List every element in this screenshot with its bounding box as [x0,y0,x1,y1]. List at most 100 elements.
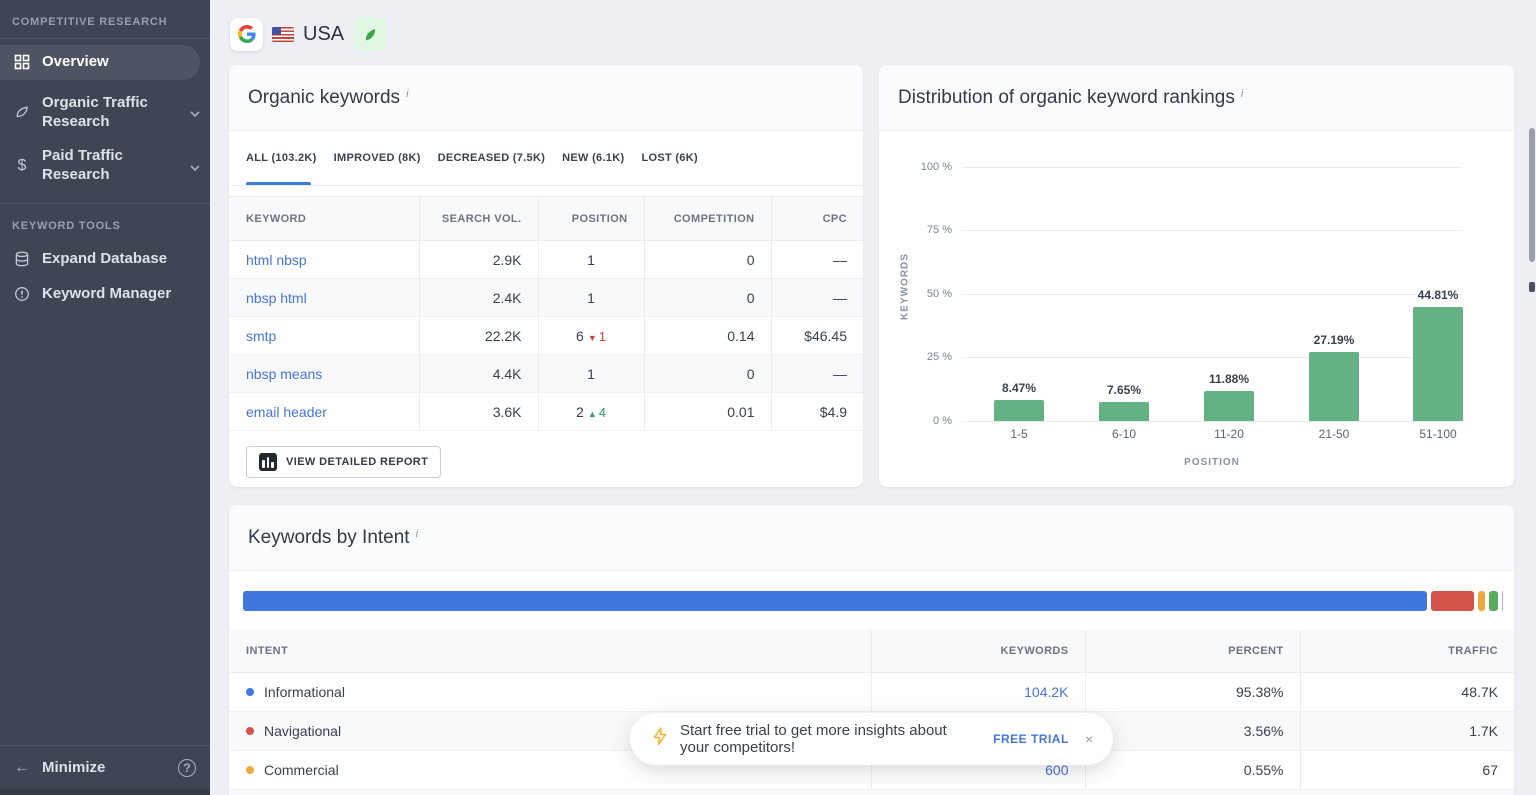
search-vol-cell: 2.9K [419,241,538,279]
table-row [229,789,1514,795]
table-row: nbsp means 4.4K 1 0 — [229,355,863,393]
chevron-down-icon[interactable] [190,158,200,175]
card-header: Keywords by Intent i [229,505,1514,571]
bar-value-label: 27.19% [1314,333,1355,347]
competition-cell: 0.14 [644,317,771,355]
search-vol-cell: 4.4K [419,355,538,393]
info-icon[interactable]: i [406,88,408,100]
organic-keywords-tabs: ALL (103.2K) IMPROVED (8K) DECREASED (7.… [229,131,863,186]
traffic-cell: 48.7K [1300,672,1514,711]
free-trial-button[interactable]: FREE TRIAL [993,732,1069,746]
intent-dot-commercial [246,766,254,774]
view-detailed-report-button[interactable]: VIEW DETAILED REPORT [246,446,441,478]
column-header-traffic[interactable]: TRAFFIC [1300,630,1514,672]
x-tick-label: 51-100 [1386,427,1490,441]
y-tick-label: 0 % [900,415,952,427]
country-label[interactable]: USA [303,23,344,46]
position-up-icon [588,406,599,420]
search-vol-cell: 2.4K [419,279,538,317]
table-row: html nbsp 2.9K 1 0 — [229,241,863,279]
keywords-count-link[interactable]: 104.2K [1024,684,1068,700]
segment-informational[interactable] [243,591,1427,611]
x-tick-label: 6-10 [1072,427,1176,441]
search-vol-cell: 3.6K [419,393,538,431]
keyword-link[interactable]: html nbsp [246,252,307,268]
competition-cell: 0 [644,355,771,393]
plot-area: 100 % 75 % 50 % 25 % 0 % 8.47% 7.65% 11.… [962,167,1462,421]
x-tick-label: 1-5 [967,427,1071,441]
bar-value-label: 11.88% [1209,372,1249,386]
sidebar-item-organic-traffic-research[interactable]: Organic Traffic Research [0,86,210,140]
position-down-icon [588,330,599,344]
bar-value-label: 7.65% [1107,383,1141,397]
column-header-search-vol[interactable]: SEARCH VOL. [419,197,538,241]
column-header-position[interactable]: POSITION [538,197,644,241]
sidebar-item-overview[interactable]: Overview [0,45,200,80]
segment-navigational[interactable] [1431,591,1474,611]
database-selector-bar: USA [230,17,387,51]
intent-stacked-bar [243,591,1500,611]
info-icon[interactable]: i [1241,88,1243,100]
sidebar-item-keyword-manager[interactable]: Keyword Manager [0,277,210,312]
sidebar-item-paid-traffic-research[interactable]: $ Paid Traffic Research [0,139,210,193]
segment-commercial[interactable] [1478,591,1485,611]
sidebar-item-label: Paid Traffic Research [42,147,174,185]
organic-leaf-icon[interactable] [353,17,387,51]
sidebar-section-competitive-research: COMPETITIVE RESEARCH [0,0,210,38]
column-header-cpc[interactable]: CPC [771,197,863,241]
cpc-cell: $4.9 [771,393,863,431]
keyword-link[interactable]: nbsp html [246,290,307,306]
x-tick-label: 11-20 [1177,427,1281,441]
gridline [962,230,1462,231]
intent-dot-navigational [246,727,254,735]
chevron-down-icon[interactable] [190,104,200,121]
help-icon[interactable]: ? [178,759,196,777]
traffic-cell: 67 [1300,750,1514,789]
bar-slot: 44.81% [1386,288,1490,421]
keyword-link[interactable]: email header [246,404,327,420]
column-header-percent[interactable]: PERCENT [1085,630,1300,672]
column-header-keywords[interactable]: KEYWORDS [871,630,1085,672]
table-row: nbsp html 2.4K 1 0 — [229,279,863,317]
y-tick-label: 25 % [900,351,952,363]
us-flag-icon [272,27,294,42]
bar-1-5[interactable] [994,400,1044,422]
cpc-cell: $46.45 [771,317,863,355]
column-header-competition[interactable]: COMPETITION [644,197,771,241]
card-header: Organic keywords i [229,65,863,131]
keyword-link[interactable]: nbsp means [246,366,322,382]
tab-all[interactable]: ALL (103.2K) [246,131,317,185]
gridline [962,167,1462,168]
banner-text: Start free trial to get more insights ab… [680,722,975,756]
sidebar-item-expand-database[interactable]: Expand Database [0,242,210,277]
info-icon[interactable]: i [416,528,418,540]
position-cell: 24 [538,393,644,431]
keyword-link[interactable]: smtp [246,328,276,344]
bar-slot: 27.19% [1282,333,1386,421]
column-header-intent[interactable]: INTENT [229,630,871,672]
close-icon[interactable]: × [1085,731,1093,747]
grid-icon [13,53,31,71]
bar-chart-icon [259,453,277,471]
sidebar-footer: ← Minimize ? [0,745,210,789]
bar-slot: 11.88% [1177,372,1281,421]
bar-51-100[interactable] [1413,307,1463,421]
position-cell: 1 [538,355,644,393]
bar-6-10[interactable] [1099,402,1149,421]
column-header-keyword[interactable]: KEYWORD [229,197,419,241]
tab-decreased[interactable]: DECREASED (7.5K) [438,131,545,185]
tab-improved[interactable]: IMPROVED (8K) [334,131,421,185]
segment-transactional[interactable] [1489,591,1498,611]
tab-new[interactable]: NEW (6.1K) [562,131,624,185]
tab-lost[interactable]: LOST (6K) [641,131,697,185]
bar-11-20[interactable] [1204,391,1254,421]
scrollbar-thumb[interactable] [1529,128,1535,262]
google-icon[interactable] [230,18,263,51]
percent-cell: 3.56% [1085,711,1300,750]
arrow-left-icon[interactable]: ← [14,759,30,777]
segment-other[interactable] [1502,591,1504,611]
intent-dot-informational [246,688,254,696]
distribution-card: Distribution of organic keyword rankings… [879,65,1514,487]
bar-21-50[interactable] [1309,352,1359,421]
minimize-button[interactable]: Minimize [42,759,105,776]
